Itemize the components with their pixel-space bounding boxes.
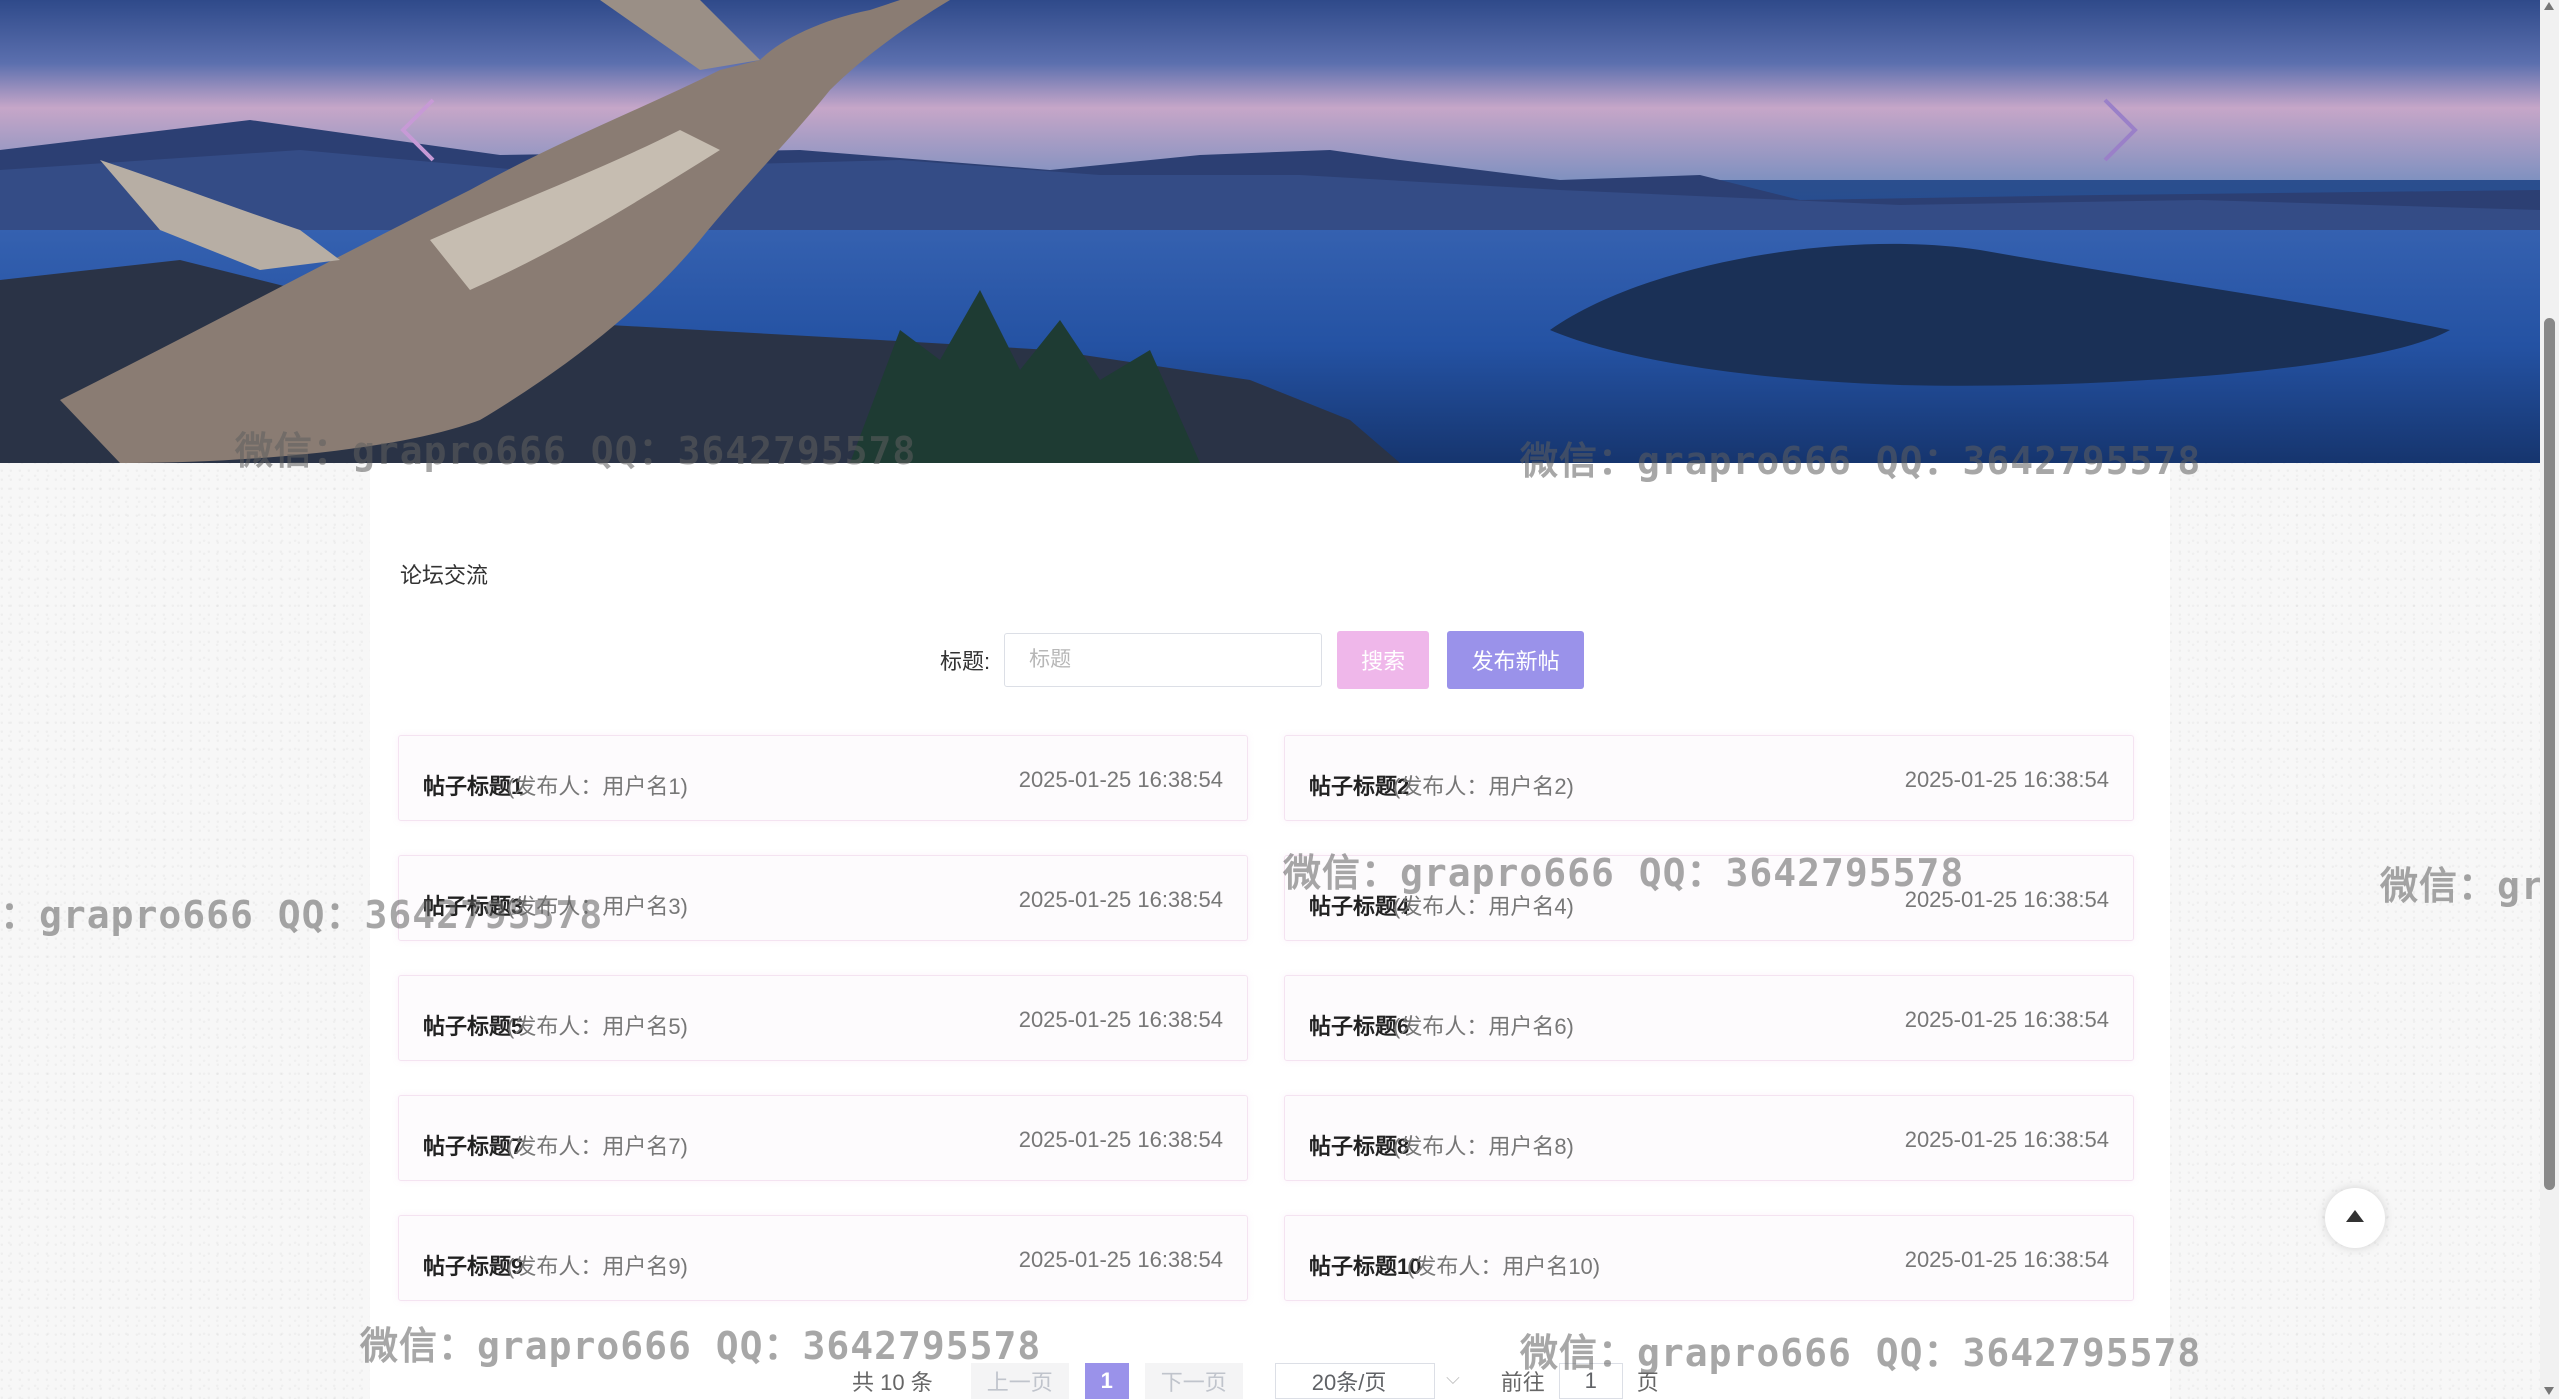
post-item[interactable]: 帖子标题9 (发布人：用户名9) 2025-01-25 16:38:54 (398, 1215, 1248, 1301)
watermark: 微信：gr (2380, 864, 2545, 908)
post-time: 2025-01-25 16:38:54 (1018, 1127, 1223, 1152)
arrow-up-icon (2346, 1210, 2364, 1222)
page-title: 论坛交流 (400, 563, 489, 588)
back-to-top-button[interactable] (2325, 1188, 2385, 1248)
watermark: 微信：grapro666 QQ：3642795578 (360, 1324, 1042, 1368)
post-author: (发布人：用户名10) (1407, 1254, 1601, 1279)
watermark: ：grapro666 QQ：3642795578 (0, 893, 604, 937)
post-item[interactable]: 帖子标题5 (发布人：用户名5) 2025-01-25 16:38:54 (398, 975, 1248, 1061)
search-button[interactable]: 搜索 (1337, 631, 1430, 689)
post-item[interactable]: 帖子标题2 (发布人：用户名2) 2025-01-25 16:38:54 (1284, 735, 2134, 821)
carousel-next-button[interactable] (2090, 90, 2150, 170)
next-page-button[interactable]: 下一页 (1144, 1363, 1243, 1399)
chevron-right-icon (2103, 98, 2138, 162)
post-author: (发布人：用户名6) (1393, 1014, 1574, 1039)
post-author: (发布人：用户名5) (507, 1014, 688, 1039)
post-time: 2025-01-25 16:38:54 (1018, 767, 1223, 792)
post-author: (发布人：用户名7) (507, 1134, 688, 1159)
watermark: 微信：grapro666 QQ：3642795578 (1520, 439, 2202, 483)
post-author: (发布人：用户名2) (1393, 774, 1574, 799)
post-author: (发布人：用户名8) (1393, 1134, 1574, 1159)
carousel-prev-button[interactable] (388, 90, 448, 170)
chevron-down-icon: ⌵ (1446, 1368, 1460, 1388)
post-time: 2025-01-25 16:38:54 (1904, 1007, 2109, 1032)
post-item[interactable]: 帖子标题10 (发布人：用户名10) 2025-01-25 16:38:54 (1284, 1215, 2134, 1301)
post-time: 2025-01-25 16:38:54 (1018, 1007, 1223, 1032)
forum-panel: 论坛交流 标题: 搜索 发布新帖 帖子标题1 (发布人：用户名1) 2025-0… (370, 463, 2170, 1399)
watermark: 微信：grapro666 QQ：3642795578 (235, 429, 917, 473)
watermark: 微信：grapro666 QQ：3642795578 (1283, 851, 1965, 895)
post-time: 2025-01-25 16:38:54 (1904, 767, 2109, 792)
post-item[interactable]: 帖子标题6 (发布人：用户名6) 2025-01-25 16:38:54 (1284, 975, 2134, 1061)
post-item[interactable]: 帖子标题7 (发布人：用户名7) 2025-01-25 16:38:54 (398, 1095, 1248, 1181)
page-size-select[interactable]: 20条/页 ⌵ (1274, 1363, 1460, 1399)
page-number-button[interactable]: 1 (1084, 1363, 1129, 1399)
post-title: 帖子标题10 (1309, 1254, 1422, 1279)
search-label: 标题: (940, 649, 991, 674)
post-item[interactable]: 帖子标题1 (发布人：用户名1) 2025-01-25 16:38:54 (398, 735, 1248, 821)
post-author: (发布人：用户名9) (507, 1254, 688, 1279)
search-bar: 标题: 搜索 发布新帖 (940, 631, 1585, 689)
carousel-banner[interactable] (0, 0, 2540, 463)
post-time: 2025-01-25 16:38:54 (1904, 1127, 2109, 1152)
banner-image (0, 0, 2540, 463)
post-item[interactable]: 帖子标题8 (发布人：用户名8) 2025-01-25 16:38:54 (1284, 1095, 2134, 1181)
post-author: (发布人：用户名1) (507, 774, 688, 799)
post-time: 2025-01-25 16:38:54 (1904, 1247, 2109, 1272)
scroll-down-icon[interactable] (2544, 1387, 2554, 1395)
page-size-value: 20条/页 (1311, 1370, 1387, 1395)
scrollbar[interactable] (2540, 0, 2559, 1399)
search-input[interactable] (1004, 633, 1323, 687)
publish-post-button[interactable]: 发布新帖 (1447, 631, 1585, 689)
post-time: 2025-01-25 16:38:54 (1018, 887, 1223, 912)
post-time: 2025-01-25 16:38:54 (1018, 1247, 1223, 1272)
scroll-up-icon[interactable] (2544, 2, 2554, 10)
chevron-left-icon (400, 98, 435, 162)
scrollbar-thumb[interactable] (2544, 318, 2555, 1190)
watermark: 微信：grapro666 QQ：3642795578 (1520, 1331, 2202, 1375)
